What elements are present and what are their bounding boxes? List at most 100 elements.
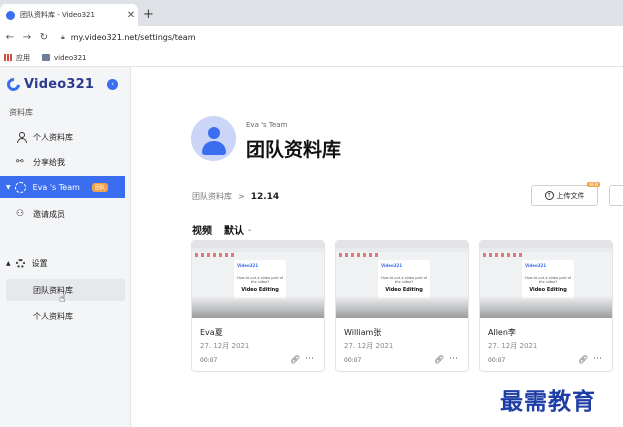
address-bar: ← → ↻ 🔒︎ my.video321.net/settings/team — [0, 26, 623, 49]
video-duration: 00:07 — [344, 357, 362, 364]
upload-button[interactable]: ↑ 上传文件 — [531, 185, 598, 206]
sidebar-item-label: 个人资料库 — [33, 132, 73, 142]
bookmark-label: video321 — [54, 53, 87, 62]
browser-tab-bar: 团队资料库 - Video321 ✕ + — [0, 0, 623, 26]
thumb-panel: Video321 How to put a video part of the … — [522, 260, 574, 298]
video-name[interactable]: Eva夏 — [200, 327, 223, 338]
upload-icon: ↑ — [544, 191, 554, 200]
team-icon — [14, 181, 26, 193]
url-field[interactable]: 🔒︎ my.video321.net/settings/team — [61, 29, 623, 46]
more-icon[interactable]: ⋯ — [449, 354, 458, 364]
sidebar-subitem-personal-library[interactable]: 个人资料库 — [6, 305, 125, 327]
thumb-toolbar — [336, 241, 468, 248]
link-icon[interactable]: 🔗︎ — [434, 355, 444, 364]
bookmarks-bar: 应用 video321 — [0, 49, 623, 67]
reload-icon[interactable]: ↻ — [37, 32, 51, 43]
breadcrumb: 团队资料库 > 12.14 — [192, 191, 279, 202]
team-badge: 团队 — [91, 182, 108, 192]
main-content: Eva 's Team 团队资料库 团队资料库 > 12.14 ↑ 上传文件 N… — [131, 67, 623, 427]
brand-name: Video321 — [24, 77, 95, 92]
browser-tab[interactable]: 团队资料库 - Video321 ✕ — [0, 4, 138, 26]
thumb-title: Video Editing — [529, 287, 567, 293]
gear-icon — [15, 259, 25, 268]
sidebar-item-label: 分享给我 — [33, 157, 65, 167]
video-name[interactable]: Allen李 — [488, 327, 516, 338]
sidebar: Video321 ‹ 资料库 个人资料库 ⚯ 分享给我 ▼ Eva 's Tea… — [0, 67, 131, 427]
favicon-icon — [6, 10, 15, 20]
logo-icon — [4, 75, 23, 94]
bookmark-label: 应用 — [16, 53, 30, 62]
hand-cursor-icon: ☝ — [59, 292, 66, 305]
brand-logo[interactable]: Video321 — [4, 75, 95, 94]
user-icon — [16, 132, 27, 143]
thumb-title: Video Editing — [241, 287, 279, 293]
sidebar-item-invite-members[interactable]: ⚇ 邀请成员 — [0, 203, 125, 225]
thumb-tabs — [195, 253, 235, 257]
thumb-overlay — [480, 296, 612, 318]
sidebar-settings-toggle[interactable]: ▲ 设置 — [6, 258, 48, 269]
upload-new-badge: NEW — [587, 182, 601, 187]
bookmark-video321[interactable]: video321 — [42, 54, 86, 62]
sidebar-item-label: 邀请成员 — [33, 209, 65, 219]
bookmark-apps[interactable]: 应用 — [4, 53, 30, 63]
tab-title: 团队资料库 - Video321 — [20, 11, 95, 19]
breadcrumb-current: 12.14 — [250, 191, 280, 202]
collapse-icon[interactable]: ‹ — [107, 79, 118, 90]
link-icon[interactable]: 🔗︎ — [578, 355, 588, 364]
more-actions-button[interactable] — [609, 185, 623, 206]
forward-icon[interactable]: → — [20, 32, 34, 43]
thumb-logo: Video321 — [237, 263, 259, 268]
upload-label: 上传文件 — [556, 191, 585, 200]
settings-label: 设置 — [31, 259, 48, 268]
thumb-panel: Video321 How to put a video part of the … — [378, 260, 430, 298]
video-date: 27. 12月 2021 — [344, 342, 394, 350]
lock-icon: 🔒︎ — [61, 33, 65, 41]
thumb-question: How to put a video part of the video? — [525, 276, 571, 284]
share-icon: ⚯ — [16, 157, 24, 167]
more-icon[interactable]: ⋯ — [305, 354, 314, 364]
thumb-toolbar — [192, 241, 324, 248]
more-icon[interactable]: ⋯ — [593, 354, 602, 364]
thumb-toolbar — [480, 241, 612, 248]
video-date: 27. 12月 2021 — [488, 342, 538, 350]
caret-down-icon: ▼ — [6, 183, 11, 191]
thumb-overlay — [192, 296, 324, 318]
new-tab-button[interactable]: + — [143, 8, 154, 21]
page-title: 团队资料库 — [246, 139, 342, 161]
sidebar-item-shared-with-me[interactable]: ⚯ 分享给我 — [0, 151, 125, 173]
chevron-down-icon: ⌄ — [247, 226, 253, 233]
thumb-tabs — [339, 253, 379, 257]
video-thumbnail[interactable]: Video321 How to put a video part of the … — [480, 241, 612, 318]
thumb-tabs — [483, 253, 523, 257]
team-avatar — [191, 116, 236, 161]
avatar-body — [202, 141, 226, 155]
invite-icon: ⚇ — [16, 209, 25, 219]
video-card[interactable]: Video321 How to put a video part of the … — [335, 240, 469, 372]
video-card[interactable]: Video321 How to put a video part of the … — [191, 240, 325, 372]
video-name[interactable]: William张 — [344, 327, 381, 338]
videos-section-label: 视频 — [192, 226, 212, 237]
sidebar-item-label: Eva 's Team — [32, 182, 80, 192]
link-icon[interactable]: 🔗︎ — [290, 355, 300, 364]
sidebar-subitem-label: 个人资料库 — [33, 311, 73, 321]
sidebar-item-personal-library[interactable]: 个人资料库 — [0, 126, 125, 148]
thumb-question: How to put a video part of the video? — [237, 276, 283, 284]
breadcrumb-root[interactable]: 团队资料库 — [192, 191, 232, 202]
sort-dropdown[interactable]: 默认 ⌄ — [224, 222, 252, 237]
url-text: my.video321.net/settings/team — [70, 33, 196, 42]
breadcrumb-separator: > — [238, 192, 245, 201]
caret-up-icon: ▲ — [6, 260, 11, 267]
video-thumbnail[interactable]: Video321 How to put a video part of the … — [336, 241, 468, 318]
video-thumbnail[interactable]: Video321 How to put a video part of the … — [192, 241, 324, 318]
close-tab-icon[interactable]: ✕ — [124, 10, 138, 21]
sort-label: 默认 — [224, 226, 244, 237]
back-icon[interactable]: ← — [3, 32, 17, 43]
sidebar-item-team[interactable]: ▼ Eva 's Team 团队 — [0, 176, 125, 198]
video-duration: 00:07 — [200, 357, 218, 364]
video-card[interactable]: Video321 How to put a video part of the … — [479, 240, 613, 372]
thumb-question: How to put a video part of the video? — [381, 276, 427, 284]
team-name: Eva 's Team — [246, 121, 288, 129]
thumb-logo: Video321 — [525, 263, 547, 268]
sidebar-subitem-label: 团队资料库 — [33, 285, 73, 295]
thumb-overlay — [336, 296, 468, 318]
